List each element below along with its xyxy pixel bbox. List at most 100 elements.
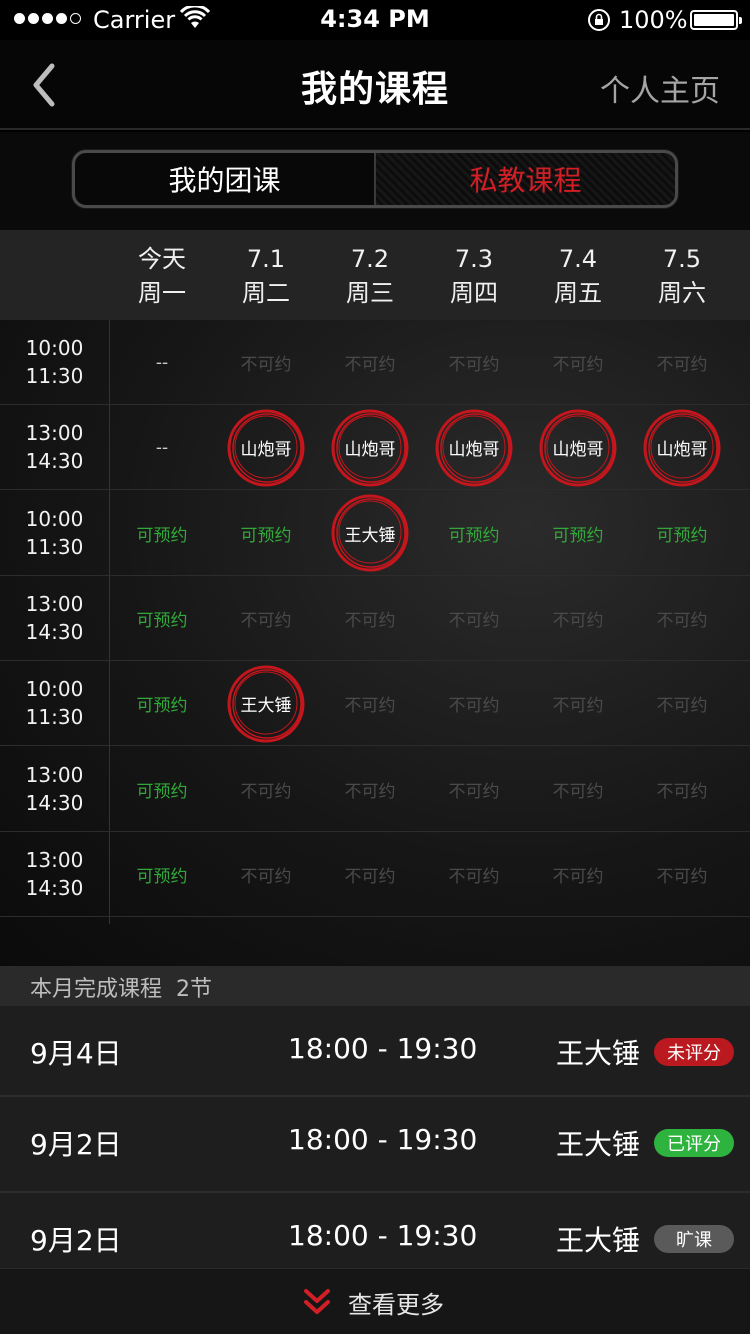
segment-bar: 我的团课 私教课程 (0, 132, 750, 230)
schedule-row: 10:00 11:30 可预约 王大锤 不可约 不可约 不可约 不可约 (0, 661, 750, 747)
day-weekday: 周五 (554, 279, 602, 307)
slot-available[interactable]: 可预约 (110, 576, 214, 661)
month-summary-text: 本月完成课程 2节 (30, 971, 212, 1003)
slot-booked[interactable]: 山炮哥 (318, 405, 422, 490)
status-bar: Carrier 4:34 PM 100% (0, 0, 750, 40)
battery-icon (690, 10, 742, 30)
day-header: 7.4 周五 (526, 242, 630, 310)
slot-available[interactable]: 可预约 (422, 491, 526, 576)
slot-unavailable: 不可约 (656, 610, 708, 631)
slot-unavailable: 不可约 (552, 781, 604, 802)
coach-name: 山炮哥 (552, 440, 604, 461)
day-weekday: 周四 (450, 279, 498, 307)
schedule-row: 10:00 11:30 可预约 可预约 王大锤 可预约 可预约 可预约 (0, 491, 750, 576)
completed-class-item[interactable]: 9月2日 18:00 - 19:30 王大锤 旷课 (0, 1193, 750, 1271)
day-header: 7.5 周六 (630, 242, 734, 310)
slot-unavailable: 不可约 (656, 696, 708, 717)
booked-coach-badge: 山炮哥 (435, 409, 513, 487)
class-coach: 王大锤 (556, 1128, 641, 1161)
slot-available[interactable]: 可预约 (110, 747, 214, 832)
booked-coach-badge: 山炮哥 (331, 409, 409, 487)
slot-unavailable: 不可约 (240, 866, 292, 887)
slot-start: 13:00 (25, 847, 84, 872)
coach-name: 山炮哥 (448, 440, 500, 461)
slot-booked[interactable]: 山炮哥 (214, 405, 318, 490)
class-date: 9月2日 (30, 1224, 122, 1257)
tab-private-classes[interactable]: 私教课程 (374, 153, 675, 205)
month-summary-label: 本月完成课程 (30, 977, 163, 1002)
day-date: 今天 (138, 245, 186, 273)
slot-booked[interactable]: 山炮哥 (422, 405, 526, 490)
slot-empty: -- (155, 437, 169, 458)
booked-coach-badge: 山炮哥 (539, 409, 617, 487)
day-header: 今天 周一 (110, 242, 214, 310)
rating-status-badge: 已评分 (654, 1129, 734, 1157)
slot-end: 11:30 (25, 364, 84, 388)
time-slot: 10:00 11:30 (0, 675, 109, 731)
schedule-row: 10:00 11:30 -- 不可约 不可约 不可约 不可约 不可约 (0, 320, 750, 405)
slot-unavailable: 不可约 (552, 610, 604, 631)
day-header: 7.1 周二 (214, 242, 318, 310)
slot-unavailable: 不可约 (552, 696, 604, 717)
completed-classes-list: 9月4日 18:00 - 19:30 王大锤 未评分 9月2日 18:00 - 19:30… (0, 1006, 750, 1271)
view-more-button[interactable]: 查看更多 (0, 1268, 750, 1334)
coach-name: 山炮哥 (240, 440, 292, 461)
day-weekday: 周六 (658, 279, 706, 307)
rotation-lock-icon (587, 8, 611, 36)
day-date: 7.3 (454, 245, 494, 273)
slot-end: 14:30 (25, 790, 84, 815)
slot-end: 14:30 (25, 449, 84, 474)
booked-coach-badge: 山炮哥 (643, 409, 721, 487)
slot-available[interactable]: 可预约 (110, 832, 214, 917)
day-weekday: 周一 (138, 279, 186, 307)
slot-booked[interactable]: 山炮哥 (526, 405, 630, 490)
day-header: 7.2 周三 (318, 242, 422, 310)
coach-name: 王大锤 (240, 696, 292, 717)
schedule-grid: 今天 周一 7.1 周二 7.2 周三 7.3 周四 7.4 周五 7.5 周六 10:00 11:30… (0, 230, 750, 966)
completed-class-item[interactable]: 9月2日 18:00 - 19:30 王大锤 已评分 (0, 1097, 750, 1193)
schedule-row: 13:00 14:30 可预约 不可约 不可约 不可约 不可约 不可约 (0, 832, 750, 917)
slot-available[interactable]: 可预约 (630, 491, 734, 576)
profile-link[interactable]: 个人主页 (600, 66, 720, 110)
slot-unavailable: 不可约 (344, 866, 396, 887)
slot-booked[interactable]: 山炮哥 (630, 405, 734, 490)
slot-unavailable: 不可约 (448, 355, 500, 375)
slot-available[interactable]: 可预约 (110, 661, 214, 746)
slot-unavailable: 不可约 (240, 355, 292, 375)
time-slot: 10:00 11:30 (0, 334, 109, 390)
time-slot: 10:00 11:30 (0, 505, 109, 561)
slot-unavailable: 不可约 (344, 610, 396, 631)
slot-unavailable: 不可约 (552, 355, 604, 375)
slot-booked[interactable]: 王大锤 (214, 661, 318, 746)
slot-start: 13:00 (25, 591, 84, 616)
coach-name: 王大锤 (344, 525, 396, 546)
slot-start: 10:00 (25, 506, 84, 531)
slot-unavailable: 不可约 (240, 781, 292, 802)
month-summary-header: 本月完成课程 2节 (0, 966, 750, 1006)
schedule-row: 13:00 14:30 -- 山炮哥 山炮哥 山炮哥 山炮哥 山炮哥 (0, 405, 750, 491)
class-date: 9月4日 (30, 1037, 122, 1070)
completed-class-item[interactable]: 9月4日 18:00 - 19:30 王大锤 未评分 (0, 1006, 750, 1097)
slot-unavailable: 不可约 (344, 781, 396, 802)
tab-group-classes[interactable]: 我的团课 (75, 153, 374, 205)
slot-unavailable: 不可约 (448, 866, 500, 887)
month-summary-count: 2节 (176, 977, 213, 1002)
slot-unavailable: 不可约 (448, 781, 500, 802)
day-date: 7.4 (558, 245, 598, 273)
day-date: 7.2 (350, 245, 390, 273)
class-time: 18:00 - 19:30 (288, 1032, 478, 1065)
slot-start: 13:00 (25, 762, 84, 787)
slot-available[interactable]: 可预约 (526, 491, 630, 576)
slot-available[interactable]: 可预约 (110, 491, 214, 576)
coach-name: 山炮哥 (344, 440, 396, 461)
day-weekday: 周二 (242, 279, 290, 307)
class-date: 9月2日 (30, 1128, 122, 1161)
time-slot: 13:00 14:30 (0, 761, 109, 817)
slot-booked[interactable]: 王大锤 (318, 491, 422, 576)
schedule-row: 13:00 14:30 可预约 不可约 不可约 不可约 不可约 不可约 (0, 576, 750, 661)
double-chevron-down-icon (304, 1289, 330, 1314)
segmented-control: 我的团课 私教课程 (72, 150, 678, 208)
slot-available[interactable]: 可预约 (214, 491, 318, 576)
booked-coach-badge: 王大锤 (331, 494, 409, 572)
rating-status-badge[interactable]: 未评分 (654, 1038, 734, 1066)
